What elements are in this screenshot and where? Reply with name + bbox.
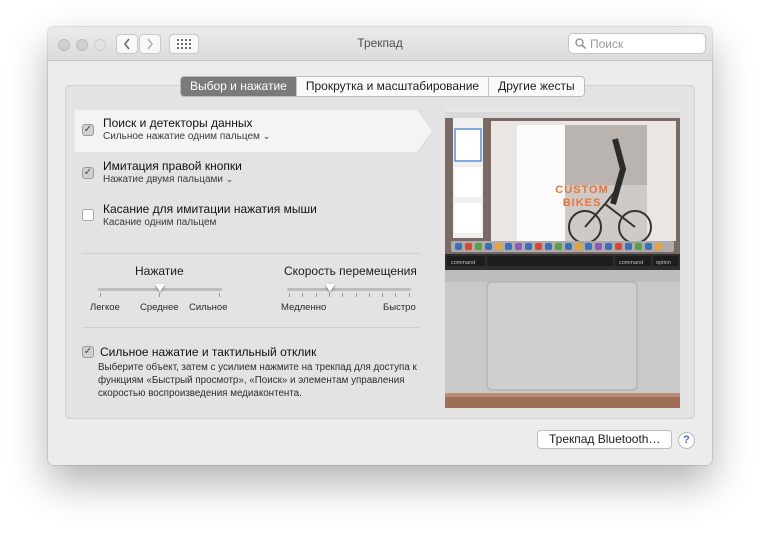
speed-slider[interactable] (287, 288, 411, 291)
help-button[interactable]: ? (678, 432, 695, 449)
key-right2-label: option (656, 260, 671, 266)
slider-tick (408, 293, 410, 297)
force-click-title: Сильное нажатие и тактильный отклик (100, 345, 317, 359)
lookup-checkbox[interactable]: ✓ (82, 124, 94, 136)
chevron-down-icon: ⌄ (262, 131, 271, 141)
slider-tick (342, 293, 344, 297)
checkmark-icon: ✓ (83, 124, 93, 135)
speed-slider-label: Скорость перемещения (284, 264, 417, 278)
chevron-down-icon: ⌄ (225, 174, 234, 184)
click-max-label: Сильное (189, 302, 228, 313)
slider-tick (355, 293, 357, 297)
gesture-preview-image: CUSTOM BIKES command command option (445, 109, 680, 408)
slider-tick (382, 293, 384, 297)
search-icon (575, 38, 586, 49)
click-mid-label: Среднее (140, 302, 179, 313)
secondary-click-dropdown[interactable]: Нажатие двумя пальцами ⌄ (103, 174, 233, 185)
click-min-label: Легкое (90, 302, 120, 313)
tap-to-click-title: Касание для имитации нажатия мыши (103, 202, 317, 216)
click-slider-knob[interactable] (155, 284, 165, 292)
slider-tick (159, 293, 160, 297)
force-click-description: Выберите объект, затем с усилием нажмите… (98, 362, 417, 399)
tap-to-click-subtitle: Касание одним пальцем (103, 217, 217, 228)
tab-scroll-and-zoom[interactable]: Прокрутка и масштабирование (295, 77, 488, 96)
slider-tick (315, 293, 317, 297)
bluetooth-trackpad-button[interactable]: Трекпад Bluetooth… (537, 430, 673, 449)
slider-tick (395, 293, 397, 297)
preferences-window: Трекпад Выбор и нажатие Прокрутка и масш… (48, 27, 712, 465)
slider-tick (219, 293, 220, 297)
key-left-label: command (451, 260, 475, 266)
slider-tick (100, 293, 101, 297)
lookup-gesture-dropdown[interactable]: Сильное нажатие одним пальцем ⌄ (103, 131, 270, 142)
search-field[interactable] (568, 33, 706, 54)
slider-tick (368, 293, 370, 297)
search-input[interactable] (586, 36, 698, 51)
lookup-gesture-value: Сильное нажатие одним пальцем (103, 131, 260, 142)
force-click-checkbox[interactable]: ✓ (82, 346, 94, 358)
slider-tick (328, 293, 330, 297)
slider-tick (289, 293, 290, 297)
speed-min-label: Медленно (281, 302, 327, 313)
tab-more-gestures[interactable]: Другие жесты (488, 77, 584, 96)
divider (82, 327, 420, 328)
title-bar: Трекпад (48, 27, 712, 61)
checkmark-icon: ✓ (83, 346, 93, 357)
speed-max-label: Быстро (383, 302, 416, 313)
poster-text-1: CUSTOM (555, 184, 608, 196)
lookup-title: Поиск и детекторы данных (103, 116, 253, 130)
divider (82, 253, 420, 254)
key-right1-label: command (619, 260, 643, 266)
poster-text-2: BIKES (563, 197, 602, 209)
checkmark-icon: ✓ (83, 167, 93, 178)
secondary-click-value: Нажатие двумя пальцами (103, 174, 223, 185)
click-slider-label: Нажатие (135, 264, 184, 278)
speed-slider-knob[interactable] (325, 284, 336, 292)
tab-bar: Выбор и нажатие Прокрутка и масштабирова… (180, 76, 585, 97)
secondary-click-title: Имитация правой кнопки (103, 159, 242, 173)
tap-to-click-checkbox[interactable] (82, 209, 94, 221)
slider-tick (302, 293, 304, 297)
tab-point-and-click[interactable]: Выбор и нажатие (181, 77, 296, 96)
secondary-click-checkbox[interactable]: ✓ (82, 167, 94, 179)
